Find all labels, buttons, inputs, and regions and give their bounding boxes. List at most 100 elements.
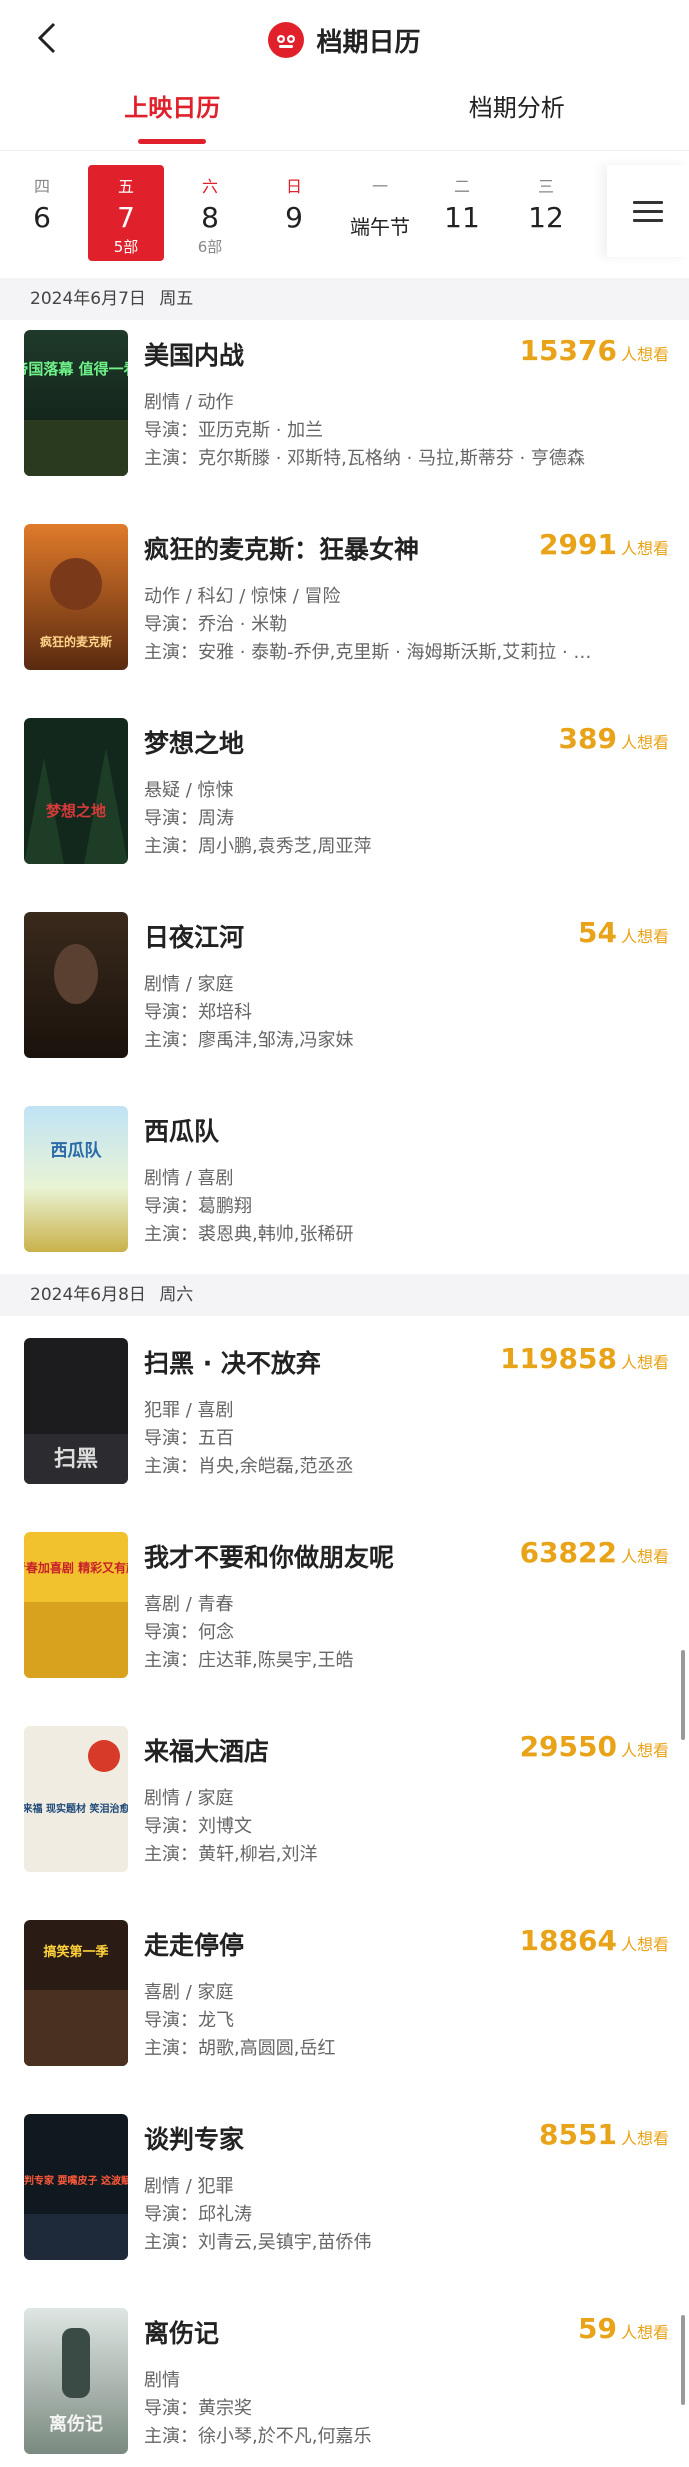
maoyan-logo-icon xyxy=(277,35,296,48)
date-item[interactable]: 一 端午节 xyxy=(340,165,420,261)
movie-item[interactable]: 日夜江河 54 人想看 剧情 / 家庭 导演：郑培科 主演：廖禹沣,邹涛,冯家妹 xyxy=(0,912,689,1082)
date-item[interactable]: 日 9 xyxy=(256,165,332,261)
movie-item[interactable]: 疯狂的麦克斯 疯狂的麦克斯：狂暴女神 2991 人想看 动作 / 科幻 / 惊悚 … xyxy=(0,524,689,694)
menu-button[interactable] xyxy=(607,165,689,257)
poster-text: 来福 现实题材 笑泪治愈 xyxy=(24,1802,128,1815)
page-title: 档期日历 xyxy=(316,27,421,58)
movie-poster: 疯狂的麦克斯 xyxy=(24,524,128,670)
want-unit: 人想看 xyxy=(620,927,669,946)
date-movie-count: 5部 xyxy=(113,238,139,256)
movie-title: 来福大酒店 xyxy=(144,1737,270,1766)
date-item[interactable]: 三 12 xyxy=(508,165,584,261)
poster-text: 帝国落幕 值得一看 xyxy=(24,360,128,378)
date-item[interactable]: 六 8 6部 xyxy=(172,165,248,261)
movie-director: 导演：何念 xyxy=(144,1622,234,1643)
poster-text: 离伤记 xyxy=(49,2413,103,2435)
want-unit: 人想看 xyxy=(620,2129,669,2148)
movie-item[interactable]: 离伤记 离伤记 59 人想看 剧情 导演：黄宗奖 主演：徐小琴,於不凡,何嘉乐 xyxy=(0,2308,689,2467)
movie-item[interactable]: 搞笑第一季 走走停停 18864 人想看 喜剧 / 家庭 导演：龙飞 主演：胡歌,… xyxy=(0,1920,689,2090)
movie-director: 导演：亚历克斯 · 加兰 xyxy=(144,420,324,441)
date-strip: 四 6 五 7 5部 六 8 6部 日 9 一 端午节 二 11 三 12 xyxy=(0,150,689,271)
want-count: 119858 xyxy=(500,1342,617,1375)
movie-item[interactable]: 来福 现实题材 笑泪治愈 来福大酒店 29550 人想看 剧情 / 家庭 导演：刘… xyxy=(0,1726,689,1896)
movie-item[interactable]: 西瓜队 西瓜队 剧情 / 喜剧 导演：葛鹏翔 主演：裘恩典,韩帅,张稀研 xyxy=(0,1106,689,1276)
movie-genre: 动作 / 科幻 / 惊悚 / 冒险 xyxy=(144,586,341,607)
poster-text: 青春加喜剧 精彩又有趣 xyxy=(24,1560,128,1575)
want-count: 63822 xyxy=(519,1536,617,1569)
movie-cast: 主演：廖禹沣,邹涛,冯家妹 xyxy=(144,1030,354,1051)
movie-poster: 搞笑第一季 xyxy=(24,1920,128,2066)
section-weekday: 周五 xyxy=(159,289,194,309)
movie-poster: 离伤记 xyxy=(24,2308,128,2454)
date-weekday: 六 xyxy=(201,177,218,196)
movie-director: 导演：五百 xyxy=(144,1428,234,1449)
tab-schedule-analysis[interactable]: 档期分析 xyxy=(345,78,689,146)
date-item[interactable]: 二 11 xyxy=(424,165,500,261)
date-day: 9 xyxy=(285,201,303,234)
movie-title: 谈判专家 xyxy=(144,2125,245,2154)
scrollbar-thumb[interactable] xyxy=(681,2315,685,2405)
want-to-see: 18864 人想看 xyxy=(520,1924,669,1957)
want-to-see: 2991 人想看 xyxy=(539,528,669,561)
movie-genre: 犯罪 / 喜剧 xyxy=(144,1400,234,1421)
movie-director: 导演：葛鹏翔 xyxy=(144,1196,252,1217)
poster-text: 梦想之地 xyxy=(46,802,106,820)
date-section-header: 2024年6月8日 周六 xyxy=(0,1274,689,1316)
movie-director: 导演：邱礼涛 xyxy=(144,2204,252,2225)
movie-item[interactable]: 帝国落幕 值得一看 美国内战 15376人想看 剧情 / 动作 导演：亚历克斯 … xyxy=(0,330,689,500)
date-weekday: 日 xyxy=(285,177,302,196)
poster-text: 疯狂的麦克斯 xyxy=(40,634,112,649)
date-day: 7 xyxy=(117,201,135,234)
movie-poster: 西瓜队 xyxy=(24,1106,128,1252)
movie-cast: 主演：刘青云,吴镇宇,苗侨伟 xyxy=(144,2232,372,2253)
poster-text: 扫黑 xyxy=(54,1447,98,1472)
movie-title: 梦想之地 xyxy=(144,729,245,758)
date-item-selected[interactable]: 五 7 5部 xyxy=(88,165,164,261)
tab-release-calendar[interactable]: 上映日历 xyxy=(0,78,345,146)
date-weekday: 四 xyxy=(33,177,50,196)
want-unit: 人想看 xyxy=(620,1353,669,1372)
date-section-header: 2024年6月7日 周五 xyxy=(0,278,689,320)
want-unit: 人想看 xyxy=(620,733,669,752)
scrollbar-thumb[interactable] xyxy=(681,1650,685,1740)
movie-title: 西瓜队 xyxy=(144,1117,220,1146)
movie-director: 导演：乔治 · 米勒 xyxy=(144,614,288,635)
want-unit: 人想看 xyxy=(620,1741,669,1760)
date-item[interactable]: 四 6 xyxy=(4,165,80,261)
want-unit: 人想看 xyxy=(620,1547,669,1566)
section-date: 2024年6月8日 xyxy=(30,1285,146,1305)
want-unit: 人想看 xyxy=(620,539,669,558)
want-to-see: 59 人想看 xyxy=(578,2312,669,2345)
movie-cast: 主演：徐小琴,於不凡,何嘉乐 xyxy=(144,2426,372,2447)
want-count: 15376 xyxy=(519,334,617,367)
want-unit: 人想看 xyxy=(620,345,669,364)
movie-cast: 主演：周小鹏,袁秀芝,周亚萍 xyxy=(144,836,372,857)
movie-title: 日夜江河 xyxy=(144,923,245,952)
movie-cast: 主演：胡歌,高圆圆,岳红 xyxy=(144,2038,336,2059)
want-unit: 人想看 xyxy=(620,2323,669,2342)
movie-director: 导演：刘博文 xyxy=(144,1816,252,1837)
want-to-see: 389 人想看 xyxy=(559,722,669,755)
movie-cast: 主演：庄达菲,陈昊宇,王皓 xyxy=(144,1650,354,1671)
movie-item[interactable]: 梦想之地 梦想之地 389 人想看 悬疑 / 惊悚 导演：周涛 主演：周小鹏,袁秀… xyxy=(0,718,689,888)
movie-poster xyxy=(24,912,128,1058)
movie-item[interactable]: 青春加喜剧 精彩又有趣 我才不要和你做朋友呢 63822人想看 喜剧 / 青春 … xyxy=(0,1532,689,1702)
top-bar: 档期日历 xyxy=(0,0,689,78)
movie-director: 导演：黄宗奖 xyxy=(144,2398,252,2419)
movie-cast: 主演：克尔斯滕 · 邓斯特,瓦格纳 · 马拉,斯蒂芬 · 亨德森 xyxy=(144,448,585,469)
movie-item[interactable]: 扫黑 扫黑 · 决不放弃 119858 人想看 犯罪 / 喜剧 导演：五百 主演：… xyxy=(0,1338,689,1508)
date-weekday: 三 xyxy=(537,177,554,196)
want-count: 29550 xyxy=(519,1730,617,1763)
want-to-see: 29550 人想看 xyxy=(520,1730,669,1763)
movie-genre: 剧情 / 家庭 xyxy=(144,974,234,995)
want-to-see: 119858 人想看 xyxy=(500,1342,669,1375)
movie-cast: 主演：裘恩典,韩帅,张稀研 xyxy=(144,1224,354,1245)
movie-item[interactable]: 谈判专家 耍嘴皮子 这波赋6 谈判专家 8551人想看 剧情 / 犯罪 导演：邱… xyxy=(0,2114,689,2284)
movie-genre: 剧情 xyxy=(144,2370,180,2391)
want-count: 2991 xyxy=(539,528,617,561)
date-day: 12 xyxy=(528,201,564,234)
movie-genre: 剧情 / 家庭 xyxy=(144,1788,234,1809)
movie-genre: 剧情 / 动作 xyxy=(144,392,234,413)
movie-title: 走走停停 xyxy=(144,1931,245,1960)
want-count: 389 xyxy=(558,722,617,755)
